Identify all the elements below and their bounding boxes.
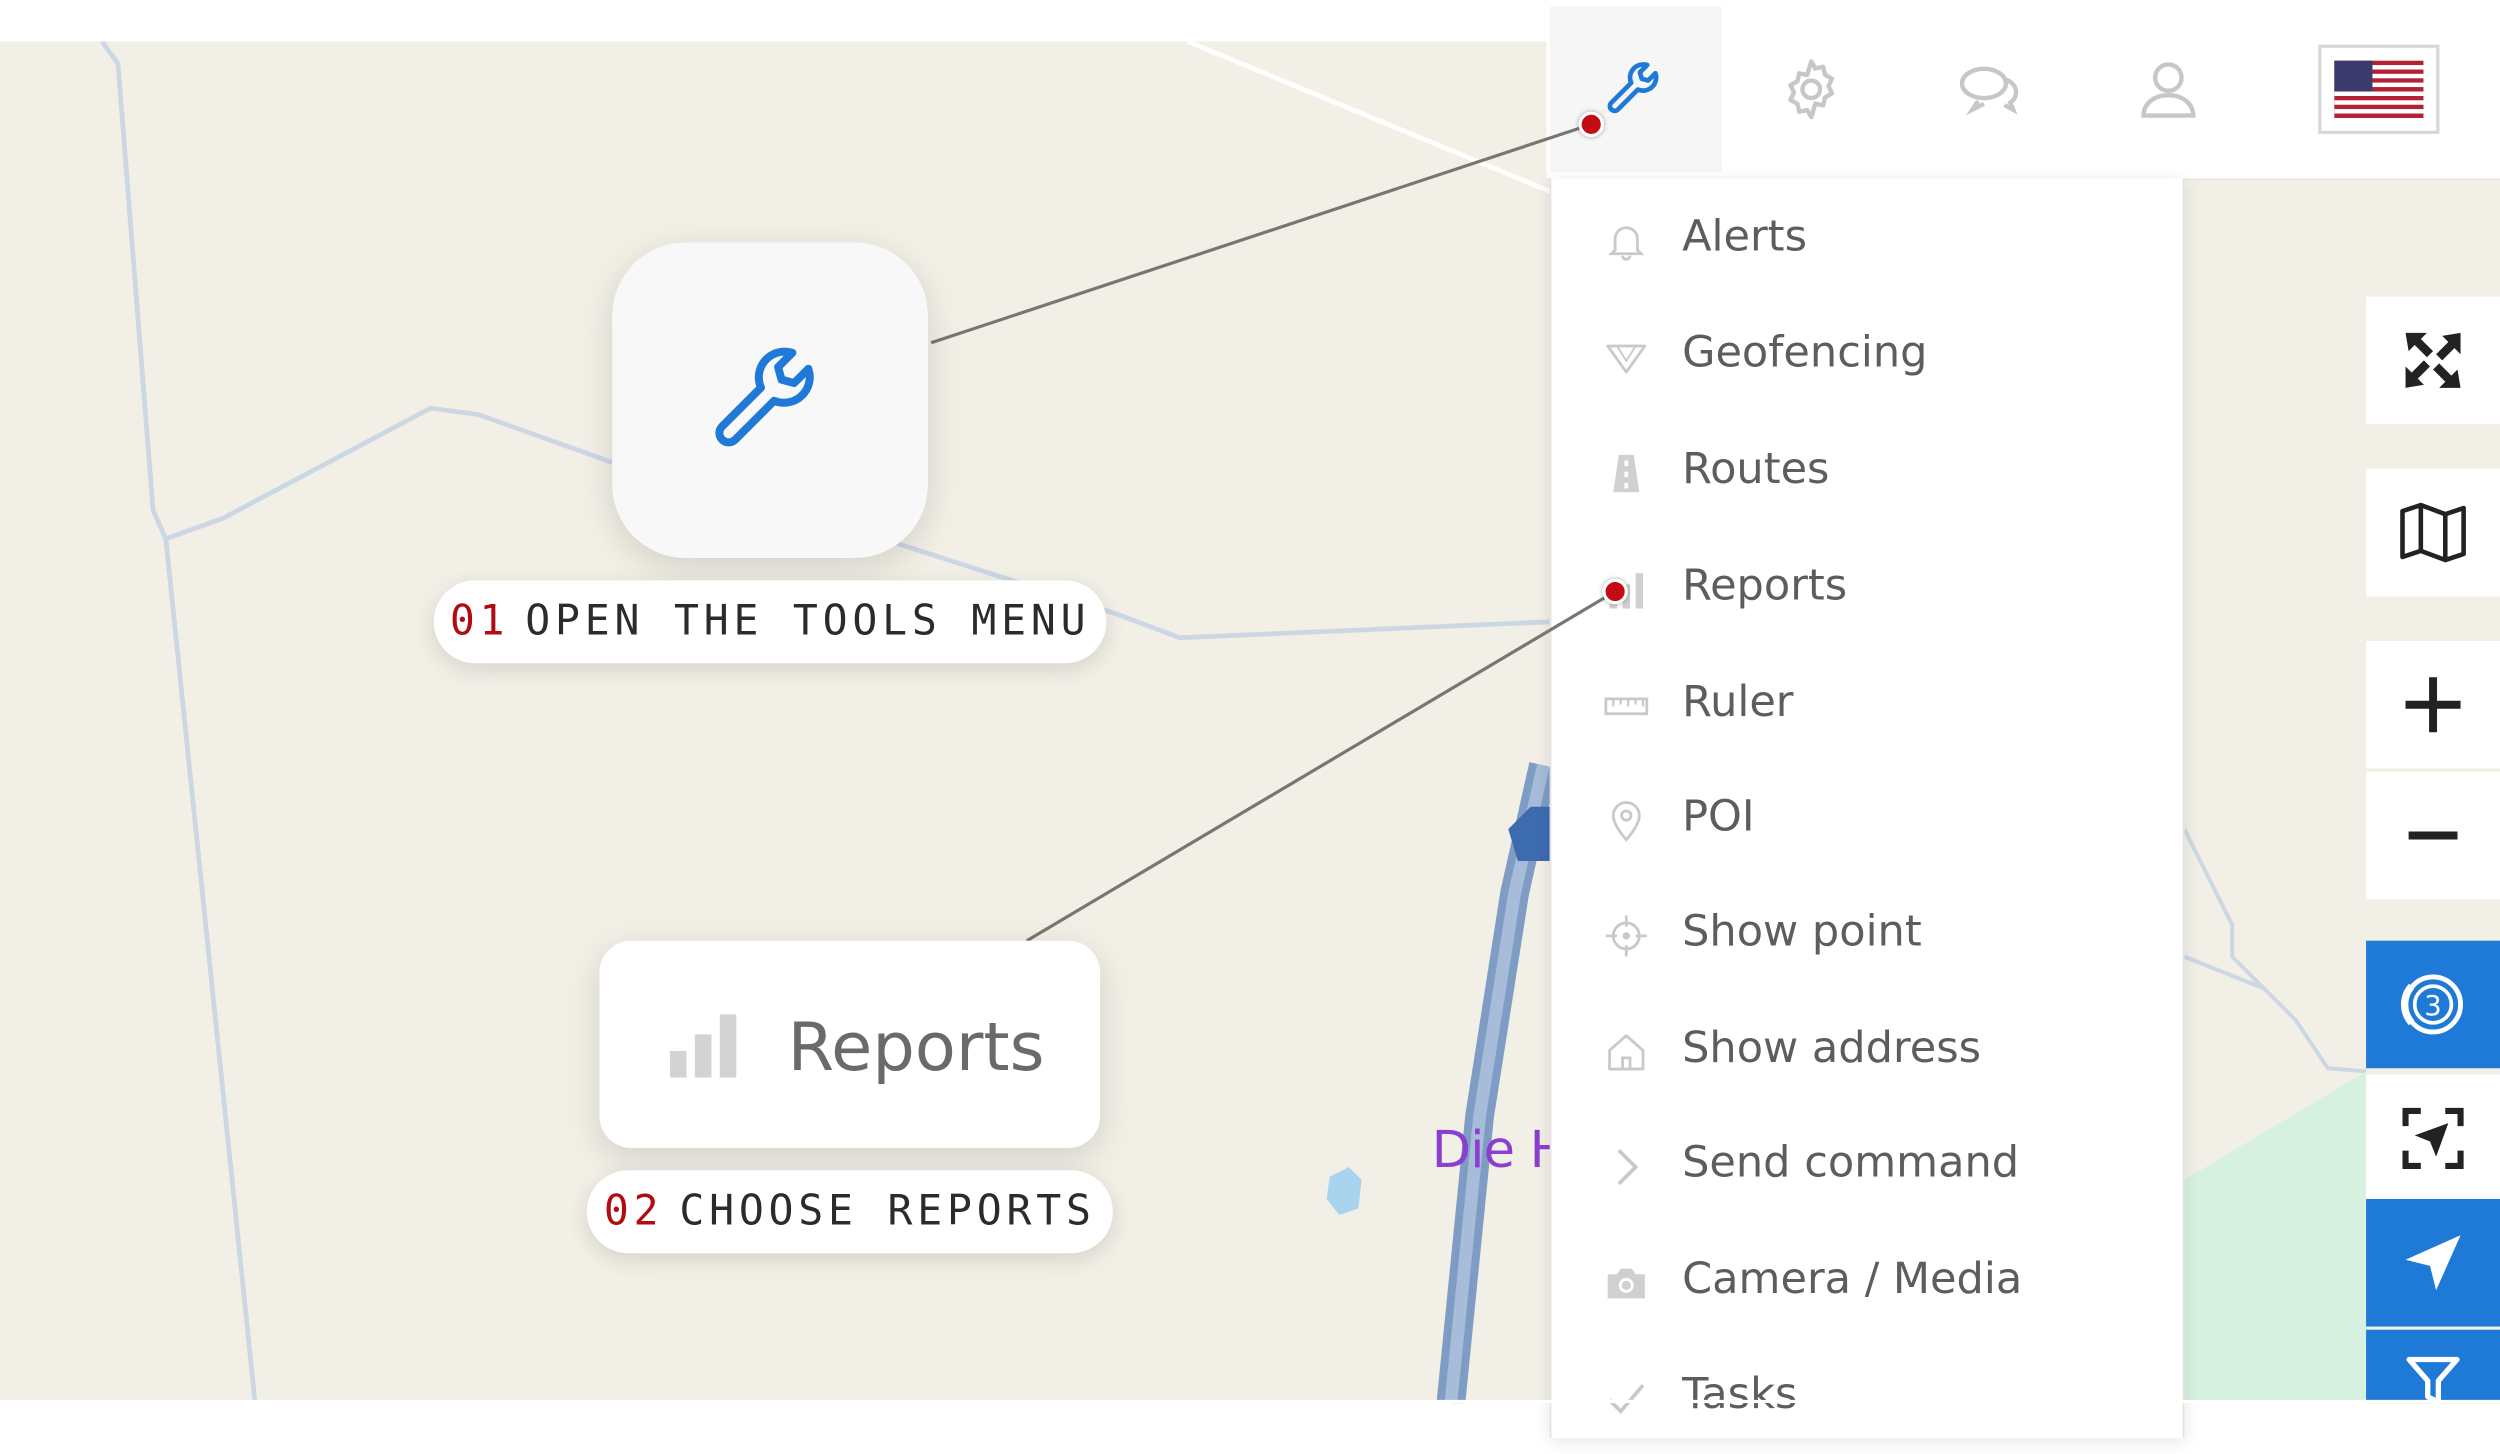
callout-marker-tools	[1578, 111, 1604, 138]
menu-item-label: Show address	[1682, 1023, 1982, 1074]
ruler-icon	[1602, 682, 1650, 730]
bell-icon	[1602, 217, 1650, 265]
zoom-in-button[interactable]	[2366, 640, 2500, 769]
chat-bubbles-icon	[1959, 66, 2019, 116]
tools-button[interactable]	[1549, 6, 1722, 173]
bar-chart-icon	[669, 1014, 737, 1078]
map-layers-button[interactable]	[2366, 468, 2500, 597]
account-button[interactable]	[2082, 6, 2254, 172]
menu-item-label: Reports	[1682, 561, 1848, 611]
camera-icon	[1602, 1260, 1650, 1308]
clusters-button[interactable]: 3	[2366, 940, 2500, 1069]
crosshair-icon	[1602, 912, 1650, 960]
user-icon	[2141, 62, 2196, 118]
map-icon	[2400, 502, 2466, 563]
menu-item-label: Ruler	[1682, 677, 1794, 728]
menu-item-label: Tasks	[1682, 1369, 1798, 1420]
language-button[interactable]	[2318, 44, 2440, 134]
menu-item-label: Show point	[1682, 907, 1922, 957]
menu-item-show-address[interactable]: Show address	[1551, 993, 2182, 1108]
menu-item-geofencing[interactable]: Geofencing	[1551, 298, 2182, 413]
expand-arrows-icon	[2405, 332, 2461, 388]
menu-item-label: POI	[1682, 792, 1755, 842]
gear-icon	[1788, 59, 1835, 120]
callout-reports-label: Reports	[787, 1007, 1045, 1086]
menu-item-tasks[interactable]: Tasks	[1551, 1339, 2182, 1454]
menu-item-label: Alerts	[1682, 212, 1808, 262]
zoom-out-button[interactable]	[2366, 771, 2500, 900]
step-number: 02	[603, 1187, 664, 1236]
step-1-label: 01 OPEN THE TOOLS MENU	[433, 580, 1107, 664]
menu-item-routes[interactable]: Routes	[1551, 415, 2182, 530]
map-place-label: Die H	[1431, 1119, 1568, 1180]
menu-item-label: Camera / Media	[1682, 1254, 2023, 1305]
wrench-icon	[715, 347, 814, 447]
menu-item-label: Geofencing	[1682, 328, 1928, 378]
menu-item-ruler[interactable]: Ruler	[1551, 647, 2182, 762]
menu-item-show-point[interactable]: Show point	[1551, 877, 2182, 992]
menu-item-poi[interactable]: POI	[1551, 762, 2182, 877]
step-text: OPEN THE TOOLS MENU	[525, 597, 1091, 646]
tools-menu: Alerts Geofencing Routes Reports Ruler P…	[1549, 178, 2185, 1439]
plus-icon	[2405, 677, 2461, 733]
step-number: 01	[449, 597, 510, 646]
wrench-icon	[1607, 62, 1659, 114]
filter-button[interactable]	[2366, 1329, 2500, 1405]
menu-item-camera-media[interactable]: Camera / Media	[1551, 1224, 2182, 1339]
screenshot-stage: Die H Alerts Geofencing Routes Reports R…	[0, 0, 2500, 1439]
map-pin-icon	[1602, 797, 1650, 845]
callout-marker-reports	[1602, 578, 1628, 605]
house-icon	[1602, 1028, 1650, 1076]
fit-bounds-button[interactable]	[2366, 1074, 2500, 1203]
step-text: CHOOSE REPORTS	[679, 1187, 1096, 1236]
road-icon	[1602, 450, 1650, 498]
geofence-triangle-icon	[1602, 333, 1650, 381]
messages-button[interactable]	[1904, 6, 2076, 172]
callout-reports-card: Reports	[599, 940, 1101, 1148]
navigate-button[interactable]	[2366, 1198, 2500, 1327]
focus-arrow-icon	[2402, 1107, 2464, 1169]
menu-item-send-command[interactable]: Send command	[1551, 1108, 2182, 1223]
fullscreen-button[interactable]	[2366, 296, 2500, 425]
step-2-label: 02 CHOOSE REPORTS	[586, 1170, 1113, 1254]
bottom-edge	[0, 1399, 2500, 1404]
menu-item-label: Routes	[1682, 444, 1830, 495]
navigation-arrow-icon	[2405, 1235, 2461, 1291]
checkmark-icon	[1602, 1374, 1650, 1422]
cluster-count-icon: 3	[2401, 974, 2464, 1035]
settings-button[interactable]	[1725, 6, 1897, 172]
cluster-badge: 3	[2424, 990, 2442, 1022]
menu-item-reports[interactable]: Reports	[1551, 531, 2182, 646]
menu-item-label: Send command	[1682, 1138, 2020, 1188]
callout-tools-card	[612, 242, 928, 559]
us-flag-icon	[2334, 60, 2424, 118]
menu-item-alerts[interactable]: Alerts	[1551, 182, 2182, 297]
chevron-right-icon	[1602, 1143, 1650, 1191]
minus-icon	[2408, 831, 2458, 840]
